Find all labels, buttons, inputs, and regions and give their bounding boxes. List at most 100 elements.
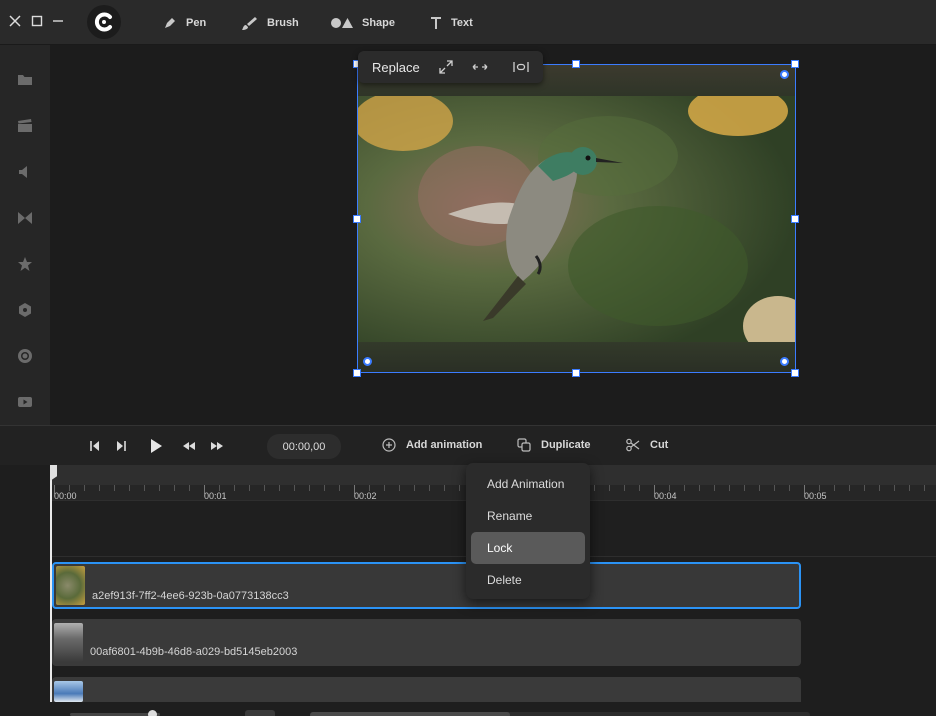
star-icon[interactable] (17, 256, 33, 272)
audio-icon[interactable] (17, 164, 33, 180)
hummingbird-photo (358, 96, 795, 342)
close-icon[interactable] (8, 14, 22, 28)
ruler-minor-tick (234, 485, 235, 491)
skip-to-start-icon[interactable] (88, 439, 102, 453)
timecode-display[interactable]: 00:00,00 (267, 434, 341, 459)
horizontal-scrollbar-thumb[interactable] (310, 712, 510, 716)
flip-horizontal-icon[interactable] (472, 59, 488, 75)
rotate-handle-bottom-right[interactable] (780, 357, 789, 366)
tool-brush-label: Brush (267, 17, 299, 29)
ruler-minor-tick (894, 485, 895, 491)
folder-icon[interactable] (17, 72, 33, 88)
ruler-minor-tick (294, 485, 295, 491)
video-icon[interactable] (17, 394, 33, 410)
duplicate-button[interactable]: Duplicate (517, 438, 591, 452)
fast-forward-icon[interactable] (210, 439, 224, 453)
menu-item-label: Rename (487, 509, 533, 523)
playhead[interactable] (50, 465, 52, 702)
ruler-minor-tick (714, 485, 715, 491)
tool-pen[interactable]: Pen (162, 12, 206, 34)
ruler-minor-tick (384, 485, 385, 491)
rotate-handle-bottom-left[interactable] (363, 357, 372, 366)
ruler-minor-tick (879, 485, 880, 491)
add-animation-button[interactable]: Add animation (382, 438, 482, 452)
clip-name: 00af6801-4b9b-46d8-a029-bd5145eb2003 (90, 646, 298, 658)
ruler-minor-tick (399, 485, 400, 491)
rewind-icon[interactable] (182, 439, 196, 453)
layer-context-toolbar: Replace (358, 51, 543, 83)
hexagon-icon[interactable] (17, 302, 33, 318)
ruler-minor-tick (759, 485, 760, 491)
menu-item-rename[interactable]: Rename (471, 500, 585, 532)
ruler-minor-tick (909, 485, 910, 491)
timeline-clip-2[interactable]: 00af6801-4b9b-46d8-a029-bd5145eb2003 (52, 619, 801, 666)
ruler-minor-tick (309, 485, 310, 491)
timeline-clip-3[interactable] (52, 677, 801, 702)
resize-handle-top[interactable] (572, 60, 580, 68)
ruler-minor-tick (264, 485, 265, 491)
ruler-minor-tick (174, 485, 175, 491)
tool-text[interactable]: Text (429, 12, 473, 34)
ruler-minor-tick (789, 485, 790, 491)
text-icon (431, 17, 441, 29)
play-icon[interactable] (148, 438, 164, 454)
ruler-minor-tick (99, 485, 100, 491)
ruler-minor-tick (159, 485, 160, 491)
ruler-minor-tick (594, 485, 595, 491)
maximize-icon[interactable] (30, 14, 44, 28)
tool-brush[interactable]: Brush (241, 12, 299, 34)
logo-icon (94, 12, 112, 32)
menu-item-delete[interactable]: Delete (471, 564, 585, 596)
tool-pen-label: Pen (186, 17, 207, 29)
ruler-minor-tick (444, 485, 445, 491)
clip-context-menu: Add Animation Rename Lock Delete (466, 463, 590, 599)
clapperboard-icon[interactable] (17, 118, 33, 134)
left-sidebar (0, 45, 50, 425)
ruler-minor-tick (129, 485, 130, 491)
ruler-minor-tick (609, 485, 610, 491)
menu-item-add-animation[interactable]: Add Animation (471, 468, 585, 500)
menu-item-lock[interactable]: Lock (471, 532, 585, 564)
record-icon[interactable] (17, 348, 33, 364)
cut-button[interactable]: Cut (626, 438, 668, 452)
resize-handle-left[interactable] (353, 215, 361, 223)
resize-handle-top-right[interactable] (791, 60, 799, 68)
menu-item-label: Delete (487, 573, 522, 587)
ruler-minor-tick (684, 485, 685, 491)
app-logo[interactable] (87, 5, 121, 39)
fit-icon[interactable] (513, 59, 529, 75)
pen-icon (165, 18, 175, 28)
ruler-minor-tick (144, 485, 145, 491)
zoom-fit-button[interactable] (245, 710, 275, 716)
timeline-clip-1[interactable]: a2ef913f-7ff2-4ee6-923b-0a0773138cc3 (52, 562, 801, 609)
ruler-minor-tick (744, 485, 745, 491)
skip-to-end-icon[interactable] (114, 439, 128, 453)
replace-button[interactable]: Replace (372, 60, 420, 75)
ruler-minor-tick (249, 485, 250, 491)
rotate-handle-top-right[interactable] (780, 70, 789, 79)
resize-handle-bottom-left[interactable] (353, 369, 361, 377)
minimize-icon[interactable] (51, 14, 65, 28)
image-layer[interactable] (357, 64, 796, 373)
tool-shape[interactable]: Shape (330, 12, 395, 34)
add-animation-label: Add animation (406, 439, 483, 451)
top-toolbar: Pen Brush Shape Text (0, 0, 936, 45)
ruler-minor-tick (84, 485, 85, 491)
timeline-gutter (0, 465, 50, 716)
transition-icon[interactable] (17, 210, 33, 226)
tool-text-label: Text (451, 17, 473, 29)
ruler-label: 00:01 (204, 491, 227, 501)
resize-handle-right[interactable] (791, 215, 799, 223)
ruler-minor-tick (624, 485, 625, 491)
ruler-minor-tick (189, 485, 190, 491)
resize-handle-bottom[interactable] (572, 369, 580, 377)
ruler-minor-tick (864, 485, 865, 491)
ruler-label: 00:05 (804, 491, 827, 501)
ruler-label: 00:00 (54, 491, 77, 501)
ruler-minor-tick (339, 485, 340, 491)
ruler-minor-tick (429, 485, 430, 491)
resize-handle-bottom-right[interactable] (791, 369, 799, 377)
zoom-slider-handle[interactable] (148, 710, 157, 716)
ruler-minor-tick (324, 485, 325, 491)
expand-icon[interactable] (438, 59, 454, 75)
